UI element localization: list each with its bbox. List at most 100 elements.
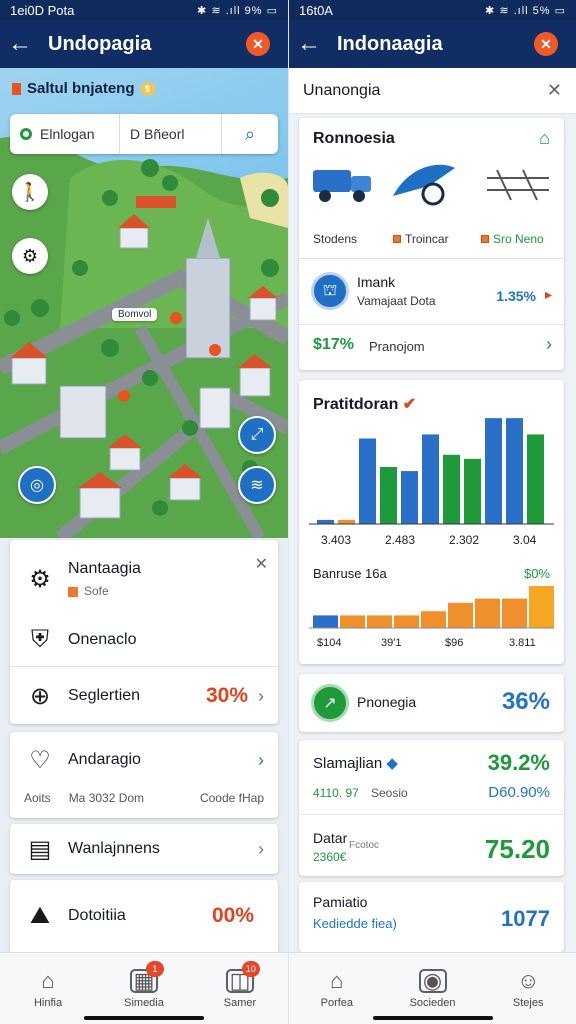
chart-bar	[421, 611, 446, 628]
bank-icon: ⛫	[311, 272, 349, 310]
category-label[interactable]: Troincar	[393, 232, 449, 246]
list-item-title: Nantaagia	[68, 560, 141, 577]
app-bar: ← Undopagia ✕	[0, 20, 288, 68]
globe-icon: ⊕	[29, 682, 51, 710]
zoom-fab[interactable]: ⤢	[238, 416, 276, 454]
right-pane: 16t0A ✱ ≋ .ıll 5% ▭ ← Indonaagia ✕ Unano…	[289, 0, 576, 1024]
settings-fab[interactable]: ⚙	[12, 238, 48, 274]
sub-title: Datar	[313, 830, 348, 846]
origin-field[interactable]: Elnlogan	[10, 114, 120, 154]
sub-big-value: 75.20	[484, 834, 550, 864]
summary-card[interactable]: Slamajlian ◆ 39.2% 4110. 97 Seosio D60.9…	[299, 740, 564, 876]
bike-icon[interactable]	[389, 156, 459, 212]
close-button[interactable]: ✕	[246, 32, 270, 56]
divider	[299, 258, 564, 259]
sheet-title: Unanongia	[303, 81, 381, 99]
category-label[interactable]: Stodens	[313, 232, 357, 246]
list-item[interactable]: ⛰ Dotoitiia 00%	[10, 888, 278, 944]
metric-card[interactable]: ↗ Pnonegia 36%	[299, 674, 564, 732]
map-location-label[interactable]: Bomvol	[112, 308, 158, 321]
chart-bar	[502, 598, 527, 628]
divider	[299, 324, 564, 325]
gear-icon: ⚙	[29, 565, 51, 593]
location-ring-icon	[20, 128, 32, 140]
chart-bar	[448, 602, 473, 628]
page-title: Indonaagia	[337, 32, 443, 55]
chart-tick-label: 2.483	[385, 533, 415, 547]
nav-home[interactable]: ⌂ Hinfia	[0, 953, 96, 1024]
layers-icon: ≋	[250, 477, 264, 494]
search-button[interactable]: ⌕	[222, 114, 278, 154]
layers-fab[interactable]: ≋	[238, 466, 276, 504]
info-a: Aoits	[24, 791, 51, 805]
map-header: Saltul bnjateng $	[12, 80, 155, 97]
info-title: Imank	[357, 274, 396, 290]
list-item-value: 30%	[205, 684, 248, 707]
chart-bar	[340, 615, 365, 628]
tools-icon[interactable]	[483, 156, 553, 212]
walk-mode-button[interactable]: 🚶	[12, 174, 48, 210]
list-item-subtitle: Sofe	[68, 584, 141, 598]
chart-tick-label: 3.04	[513, 533, 537, 547]
map-header-label: Saltul bnjateng	[27, 80, 135, 97]
list-item[interactable]: ♡ Andaragio ›	[10, 740, 278, 780]
list-card[interactable]: ▤ Wanlajnnens ›	[10, 824, 278, 874]
coin-icon: $	[140, 81, 155, 96]
list-item-label: Onenaclo	[68, 631, 137, 648]
status-icons: ✱ ≋ .ıll 9% ▭	[197, 4, 278, 17]
back-button[interactable]: ←	[0, 20, 40, 68]
nav-camera[interactable]: ◉ Socieden	[385, 953, 481, 1024]
chart-bar	[443, 454, 460, 524]
chevron-right-icon[interactable]: ›	[546, 334, 552, 355]
notification-badge: 1	[145, 961, 164, 977]
back-button[interactable]: ←	[289, 20, 329, 68]
nav-messages[interactable]: ◫ 10 Samer	[192, 953, 288, 1024]
list-item-label: Wanlajnnens	[68, 840, 160, 857]
truck-icon[interactable]	[309, 156, 379, 212]
detail-value: 1077	[501, 906, 550, 931]
destination-field-value: D Bñeorl	[130, 126, 185, 142]
home-outline-icon[interactable]: ⌂	[539, 128, 550, 149]
summary-value-2: D60.90%	[488, 784, 550, 801]
diamond-icon: ◆	[386, 755, 398, 772]
nav-media[interactable]: ▦ 1 Simedia	[96, 953, 192, 1024]
category-text: Troincar	[405, 232, 449, 246]
chart-bar	[313, 615, 338, 628]
summary-value: 39.2%	[487, 750, 550, 775]
detail-card[interactable]: Pamiatio Kediedde fiea) 1077	[299, 882, 564, 952]
chart-tick-label: 39'1	[381, 637, 401, 649]
nav-label: Porfea	[320, 996, 354, 1009]
chart-bar	[529, 586, 554, 628]
summary-title: Slamajlian ◆	[313, 754, 398, 772]
close-sheet-icon[interactable]: ✕	[547, 80, 562, 101]
list-item[interactable]: ⚙ Nantaagia Sofe	[10, 548, 278, 610]
home-icon: ⌂	[330, 967, 344, 993]
footer-label: Pranojom	[369, 339, 425, 354]
card-title: Ronnoesia	[313, 130, 395, 147]
list-card[interactable]: ⛰ Dotoitiia 00%	[10, 880, 278, 954]
nav-profile[interactable]: ☺ Stejes	[480, 953, 576, 1024]
nav-home[interactable]: ⌂ Porfea	[289, 953, 385, 1024]
close-button[interactable]: ✕	[534, 32, 558, 56]
chart-bar	[380, 467, 397, 524]
sub-value: 2360€	[313, 850, 347, 864]
locate-fab[interactable]: ◎	[18, 466, 56, 504]
category-label[interactable]: Sro Neno	[481, 232, 544, 246]
summary-mid: Seosio	[371, 786, 408, 800]
home-indicator	[372, 1016, 493, 1020]
map-info-card[interactable]: ♡ Andaragio › Aoits Ma 3032 Dom Coode fH…	[10, 732, 278, 818]
category-dot-icon	[393, 235, 401, 243]
list-item[interactable]: ⊕ Seglertien 30% ›	[10, 668, 278, 724]
destination-field[interactable]: D Bñeorl	[120, 114, 222, 154]
trend-up-icon: ↗	[311, 684, 349, 722]
city-map[interactable]: Saltul bnjateng $ Elnlogan D Bñeorl ⌕ 🚶 …	[0, 68, 288, 538]
status-time: 1ei0D Pota	[10, 2, 75, 18]
stats-chart-card: Pratitdoran ✔ 3.403 2.483 2.302 3.04 $104 39'…	[299, 380, 564, 664]
info-c: Coode fHap	[199, 791, 264, 805]
list-item[interactable]: ▤ Wanlajnnens ›	[10, 824, 278, 874]
list-item[interactable]: ⛨ Onenaclo	[10, 614, 278, 666]
caret-right-icon[interactable]: ▸	[545, 286, 552, 303]
line-chart-label: Banruse 16a	[313, 566, 387, 581]
search-icon: ⌕	[244, 123, 256, 144]
summary-title-text: Slamajlian	[313, 755, 383, 772]
